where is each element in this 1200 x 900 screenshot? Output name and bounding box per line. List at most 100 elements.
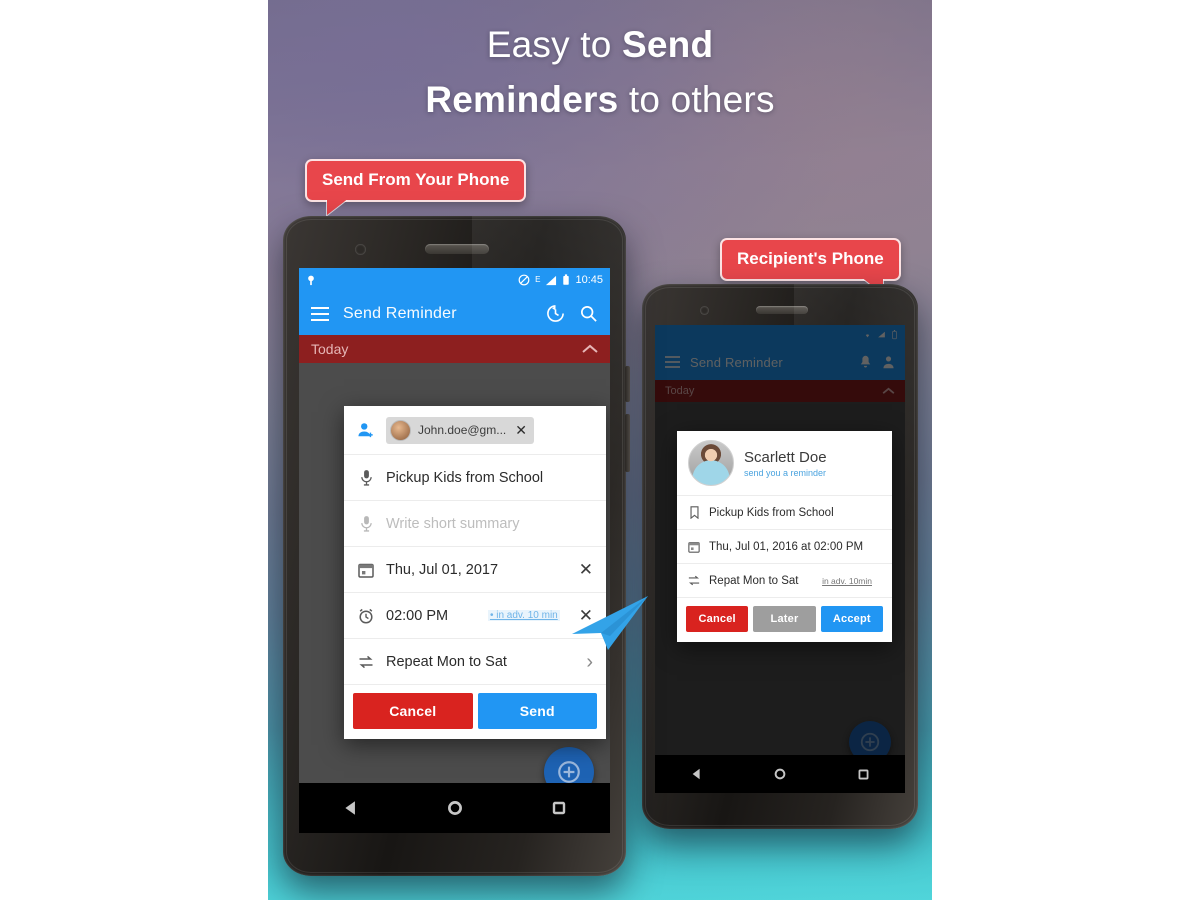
advance-notice-link[interactable]: • in adv. 10 min (487, 610, 560, 621)
reminder-title-row[interactable]: Pickup Kids from School (344, 455, 606, 501)
recv-dialog-actions: Cancel Later Accept (677, 598, 892, 642)
sender-today-label: Today (311, 341, 349, 357)
wifi-icon (865, 334, 870, 338)
back-icon[interactable] (690, 767, 704, 781)
recipient-statusbar (655, 325, 905, 344)
recipient-appbar: Send Reminder (655, 344, 905, 380)
accept-button[interactable]: Accept (820, 606, 883, 632)
remove-recipient-icon[interactable]: ✕ (515, 422, 527, 439)
recv-row-title-text: Pickup Kids from School (709, 506, 834, 519)
sender-header: Scarlett Doe send you a reminder (677, 431, 892, 496)
callout-left-tail (327, 198, 349, 215)
recv-row-repeat-text: Repat Mon to Sat (709, 574, 799, 587)
add-person-icon[interactable] (357, 422, 375, 438)
chevron-up-icon[interactable] (582, 344, 598, 354)
front-camera-icon (355, 244, 366, 255)
reminder-summary-row[interactable]: Write short summary (344, 501, 606, 547)
notification-bell-icon[interactable] (859, 355, 872, 369)
battery-icon (892, 329, 897, 339)
recipient-phone-display: Send Reminder Today Scarlett Doe send yo… (655, 325, 905, 793)
recents-icon[interactable] (551, 800, 567, 816)
add-circle-icon (558, 761, 580, 783)
mic-icon[interactable] (357, 515, 375, 532)
recents-icon[interactable] (857, 768, 870, 781)
cancel-button[interactable]: Cancel (686, 606, 749, 632)
front-camera-icon (700, 306, 709, 315)
battery-icon (563, 274, 570, 285)
statusbar-clock: 10:45 (575, 274, 603, 286)
headline-line-1: Easy to Send (268, 26, 932, 63)
edge-network-icon: E (535, 275, 541, 284)
sender-navigation-bar (299, 783, 610, 833)
reminder-repeat-text: Repeat Mon to Sat (386, 653, 507, 670)
recipient-chip[interactable]: John.doe@gm... ✕ (386, 416, 534, 444)
recv-row-datetime: Thu, Jul 01, 2016 at 02:00 PM (677, 530, 892, 564)
headline-line-2: Reminders to others (268, 81, 932, 118)
recipient-statusbar-icons (863, 329, 898, 340)
home-icon[interactable] (773, 767, 787, 781)
calendar-icon (357, 562, 375, 578)
promo-screenshot: Easy to Send Reminders to others Send Fr… (0, 0, 1200, 900)
page-title: Easy to Send Reminders to others (268, 8, 932, 136)
reminder-summary-placeholder: Write short summary (386, 515, 520, 532)
earpiece-speaker (756, 306, 808, 314)
send-dialog-actions: Cancel Send (344, 685, 606, 739)
recipient-today-band: Today (655, 380, 905, 402)
recv-advance-notice-link[interactable]: in adv. 10min (820, 576, 874, 586)
profile-icon[interactable] (882, 355, 895, 369)
repeat-icon (687, 575, 701, 586)
recipient-chip-label: John.doe@gm... (418, 423, 507, 437)
hamburger-menu-icon[interactable] (665, 356, 680, 368)
callout-right-label: Recipient's Phone (737, 249, 884, 268)
back-icon[interactable] (342, 799, 360, 817)
chevron-right-icon[interactable]: › (586, 652, 593, 672)
bookmark-icon (687, 506, 701, 519)
later-button[interactable]: Later (753, 606, 816, 632)
contact-avatar (390, 419, 411, 441)
callout-left-label: Send From Your Phone (322, 170, 510, 189)
add-circle-icon (860, 732, 880, 752)
reminder-date-text: Thu, Jul 01, 2017 (386, 561, 499, 578)
recipient-appbar-title: Send Reminder (690, 354, 783, 370)
signal-icon (546, 275, 557, 285)
sender-appbar: Send Reminder (299, 292, 610, 335)
earpiece-speaker (425, 244, 489, 254)
reminder-date-row[interactable]: Thu, Jul 01, 2017 ✕ (344, 547, 606, 593)
notification-dot-icon (308, 275, 314, 285)
reminder-repeat-row[interactable]: Repeat Mon to Sat › (344, 639, 606, 685)
clear-date-icon[interactable]: ✕ (579, 561, 593, 578)
volume-button[interactable] (625, 366, 630, 402)
sender-subtitle: send you a reminder (744, 467, 827, 478)
recv-row-title: Pickup Kids from School (677, 496, 892, 530)
cancel-button[interactable]: Cancel (353, 693, 473, 729)
headline-line-1-plain: Easy to (486, 24, 622, 65)
chevron-up-icon[interactable] (882, 387, 895, 395)
reminder-title-text: Pickup Kids from School (386, 469, 544, 486)
recipient-today-label: Today (665, 385, 695, 397)
headline-line-2-bold: Reminders (425, 79, 619, 120)
send-button[interactable]: Send (477, 693, 597, 729)
do-not-disturb-icon (518, 274, 530, 286)
calendar-icon (687, 541, 701, 553)
reminder-time-row[interactable]: 02:00 PM • in adv. 10 min ✕ (344, 593, 606, 639)
paper-plane-icon (572, 596, 648, 650)
recipient-navigation-bar (655, 755, 905, 793)
sender-phone-display: E 10:45 Send Reminder Today John.doe@gm.… (299, 268, 610, 833)
search-icon[interactable] (579, 304, 598, 323)
recv-row-datetime-text: Thu, Jul 01, 2016 at 02:00 PM (709, 540, 864, 553)
reminder-time-text: 02:00 PM (386, 607, 449, 624)
alarm-icon (357, 608, 375, 624)
callout-recipients-phone: Recipient's Phone (720, 238, 901, 294)
sender-statusbar-icons: E 10:45 (518, 274, 603, 286)
sender-statusbar: E 10:45 (299, 268, 610, 292)
recipient-chip-row: John.doe@gm... ✕ (344, 406, 606, 455)
callout-send-from-your-phone: Send From Your Phone (305, 159, 527, 215)
hamburger-menu-icon[interactable] (311, 306, 329, 321)
incoming-reminder-dialog: Scarlett Doe send you a reminder Pickup … (677, 431, 892, 642)
history-icon[interactable] (546, 304, 565, 323)
mic-icon[interactable] (357, 469, 375, 486)
repeat-icon (357, 655, 375, 669)
sender-phone-device: E 10:45 Send Reminder Today John.doe@gm.… (283, 216, 630, 876)
power-button[interactable] (625, 414, 630, 472)
home-icon[interactable] (446, 799, 464, 817)
